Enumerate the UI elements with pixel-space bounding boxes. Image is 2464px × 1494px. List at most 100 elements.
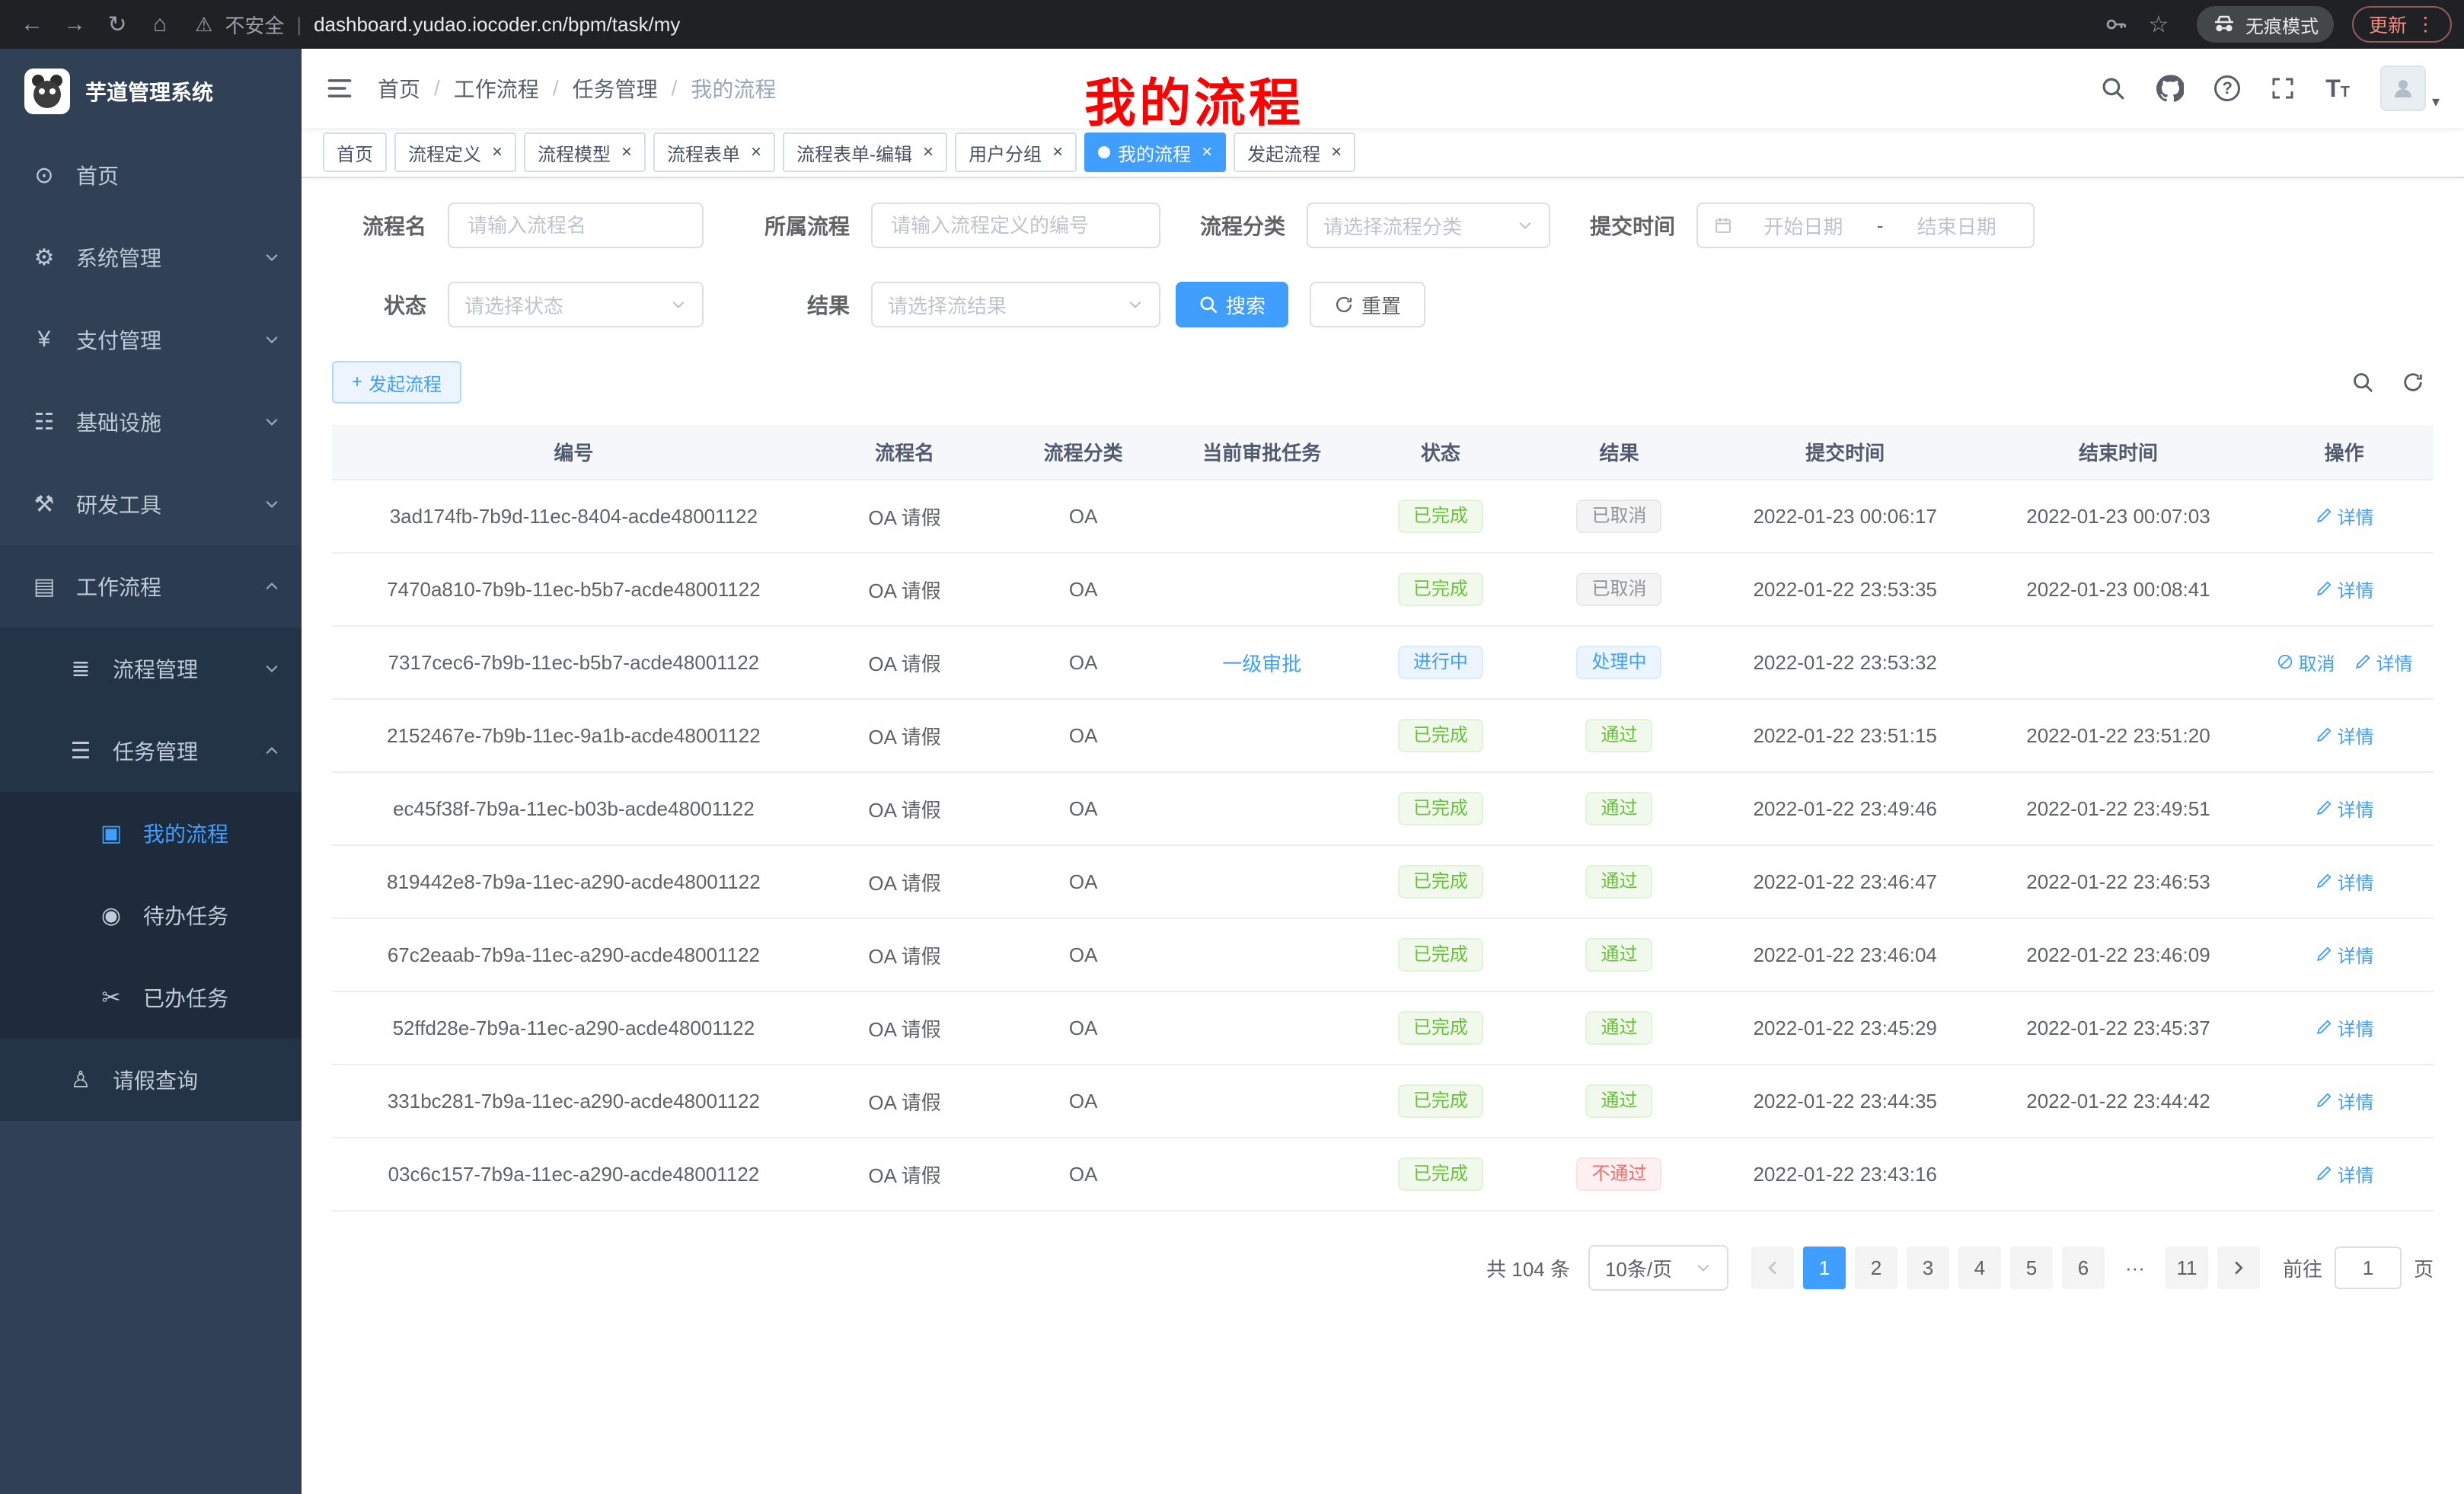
font-size-icon[interactable]: TT <box>2325 75 2350 103</box>
forward-icon[interactable]: → <box>55 5 94 44</box>
detail-link[interactable]: 详情 <box>2315 941 2374 968</box>
close-icon[interactable]: × <box>751 143 761 161</box>
cell-actions: 详情 <box>2255 991 2434 1065</box>
sidebar-item-payment[interactable]: ¥支付管理 <box>0 298 302 381</box>
help-icon[interactable]: ? <box>2214 75 2240 101</box>
sidebar-item-infrastructure[interactable]: ☷基础设施 <box>0 381 302 463</box>
app-logo-row[interactable]: 芋道管理系统 <box>0 49 302 134</box>
page-size-select[interactable]: 10条/页 <box>1588 1245 1728 1291</box>
status-badge: 已完成 <box>1398 792 1483 825</box>
tab-item[interactable]: 流程表单× <box>653 132 775 172</box>
page-button-3[interactable]: 3 <box>1907 1247 1949 1289</box>
table-row: 67c2eaab-7b9a-11ec-a290-acde48001122OA 请… <box>332 918 2434 991</box>
close-icon[interactable]: × <box>1331 143 1342 161</box>
cell-submit-time: 2022-01-22 23:51:15 <box>1709 699 1982 772</box>
cell-process-name: OA 请假 <box>815 845 994 918</box>
page-button-5[interactable]: 5 <box>2010 1247 2053 1289</box>
detail-link[interactable]: 详情 <box>2315 1087 2374 1114</box>
detail-link[interactable]: 详情 <box>2354 649 2413 675</box>
detail-link[interactable]: 详情 <box>2315 868 2374 895</box>
sidebar-item-process-mgmt[interactable]: ≣流程管理 <box>0 627 302 710</box>
cancel-link[interactable]: 取消 <box>2276 649 2335 675</box>
sidebar-item-leave-query[interactable]: ♙请假查询 <box>0 1039 302 1121</box>
submit-time-range[interactable]: 开始日期 - 结束日期 <box>1696 203 2035 248</box>
reset-button[interactable]: 重置 <box>1310 282 1425 327</box>
password-key-icon[interactable] <box>2096 5 2136 44</box>
sidebar-item-devtools[interactable]: ⚒︎研发工具 <box>0 463 302 545</box>
sidebar-item-system[interactable]: ⚙︎系统管理 <box>0 216 302 298</box>
close-icon[interactable]: × <box>1202 143 1212 161</box>
process-name-input[interactable] <box>448 203 704 248</box>
status-select[interactable]: 请选择状态 <box>448 282 704 327</box>
tab-item[interactable]: 流程模型× <box>524 132 646 172</box>
breadcrumb-item[interactable]: 任务管理 <box>573 73 658 104</box>
github-icon[interactable] <box>2156 75 2184 102</box>
address-bar[interactable]: ⚠︎ 不安全 | dashboard.yudao.iocoder.cn/bpm/… <box>195 11 2081 39</box>
start-process-button[interactable]: + 发起流程 <box>332 361 461 404</box>
sidebar-item-task-mgmt[interactable]: ☰任务管理 <box>0 710 302 792</box>
reload-icon[interactable]: ↻ <box>97 5 137 44</box>
browser-home-icon[interactable]: ⌂ <box>140 5 180 44</box>
detail-link[interactable]: 详情 <box>2315 1160 2374 1187</box>
close-icon[interactable]: × <box>492 143 503 161</box>
tab-item[interactable]: 流程定义× <box>394 132 516 172</box>
tab-item[interactable]: 流程表单-编辑× <box>783 132 947 172</box>
page-button-4[interactable]: 4 <box>1958 1247 2001 1289</box>
table-row: ec45f38f-7b9a-11ec-b03b-acde48001122OA 请… <box>332 772 2434 845</box>
status-badge: 已完成 <box>1398 1011 1483 1045</box>
sidebar-item-label: 工作流程 <box>76 571 161 602</box>
detail-link[interactable]: 详情 <box>2315 722 2374 749</box>
close-icon[interactable]: × <box>1052 143 1063 161</box>
font-size-small: T <box>2341 84 2350 101</box>
pager-ellipsis[interactable]: ··· <box>2114 1256 2156 1280</box>
security-label[interactable]: 不安全 <box>225 11 284 39</box>
page-button-1[interactable]: 1 <box>1803 1247 1846 1289</box>
devtools-icon: ⚒︎ <box>27 491 61 518</box>
detail-link[interactable]: 详情 <box>2315 1014 2374 1041</box>
avatar[interactable] <box>2380 65 2426 111</box>
sidebar-item-my-process[interactable]: ▣我的流程 <box>0 792 302 874</box>
sidebar-item-done-tasks[interactable]: ✂︎已办任务 <box>0 956 302 1039</box>
update-button[interactable]: 更新 ⋮ <box>2352 6 2452 43</box>
detail-link[interactable]: 详情 <box>2315 795 2374 822</box>
user-menu[interactable]: ▾ <box>2380 65 2440 111</box>
refresh-icon[interactable] <box>2402 371 2424 394</box>
tab-item[interactable]: 我的流程× <box>1084 132 1226 172</box>
bookmark-star-icon[interactable]: ☆ <box>2139 5 2178 44</box>
result-select[interactable]: 请选择流结果 <box>871 282 1160 327</box>
current-task-link[interactable]: 一级审批 <box>1222 653 1301 675</box>
category-select[interactable]: 请选择流程分类 <box>1307 203 1550 248</box>
tab-item[interactable]: 首页 <box>323 132 387 172</box>
sidebar-item-home[interactable]: ⊙首页 <box>0 134 302 216</box>
tab-item[interactable]: 用户分组× <box>955 132 1077 172</box>
search-icon[interactable] <box>2100 75 2126 101</box>
breadcrumb-item[interactable]: 工作流程 <box>454 73 539 104</box>
cell-result: 通过 <box>1530 918 1709 991</box>
page-button-6[interactable]: 6 <box>2062 1247 2105 1289</box>
page-button-2[interactable]: 2 <box>1855 1247 1897 1289</box>
sidebar-item-todo-tasks[interactable]: ◉待办任务 <box>0 874 302 956</box>
browser-menu-icon[interactable]: ⋮ <box>2416 13 2435 36</box>
status-badge: 进行中 <box>1398 646 1483 679</box>
close-icon[interactable]: × <box>923 143 934 161</box>
page-url[interactable]: dashboard.yudao.iocoder.cn/bpm/task/my <box>314 13 680 37</box>
back-icon[interactable]: ← <box>12 5 52 44</box>
result-badge: 不通过 <box>1576 1157 1661 1191</box>
search-toggle-icon[interactable] <box>2351 371 2374 394</box>
hamburger-icon[interactable] <box>326 75 353 102</box>
detail-link[interactable]: 详情 <box>2315 503 2374 529</box>
goto-page-input[interactable] <box>2335 1247 2402 1289</box>
page-button-11[interactable]: 11 <box>2166 1247 2208 1289</box>
column-header: 提交时间 <box>1709 425 1982 480</box>
sidebar-item-workflow[interactable]: ▤工作流程 <box>0 545 302 627</box>
fullscreen-icon[interactable] <box>2271 76 2295 101</box>
result-placeholder: 请选择流结果 <box>888 291 1118 319</box>
close-icon[interactable]: × <box>621 143 632 161</box>
next-page-button[interactable] <box>2217 1247 2260 1289</box>
tab-item[interactable]: 发起流程× <box>1234 132 1355 172</box>
breadcrumb-item[interactable]: 首页 <box>378 73 420 104</box>
process-definition-input[interactable] <box>871 203 1160 248</box>
search-button[interactable]: 搜索 <box>1176 282 1288 327</box>
prev-page-button[interactable] <box>1751 1247 1794 1289</box>
detail-link[interactable]: 详情 <box>2315 576 2374 602</box>
